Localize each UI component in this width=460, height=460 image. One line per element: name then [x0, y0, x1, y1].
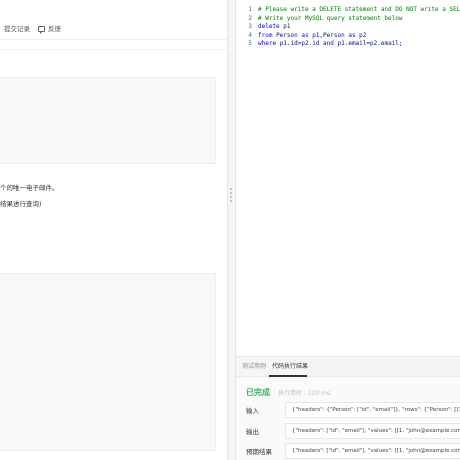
input-value: {"headers": {"Person": ["id", "email"]},… [285, 402, 460, 418]
pane-splitter[interactable] [227, 0, 236, 460]
input-label: 输入 [246, 407, 259, 415]
run-status: 已完成 [246, 388, 270, 397]
code-editor[interactable]: 1 # Please write a DELETE statement and D… [236, 0, 460, 356]
code-token: as [348, 31, 360, 39]
code-text[interactable]: # Write your MySQL query statement below [258, 15, 403, 23]
problem-pane: 提交记录 反馈 个的唯一电子邮件。 结果进行查询) [0, 0, 227, 460]
code-token: p1 [283, 23, 291, 30]
runtime-text: 执行用时 : 120 ms [278, 390, 331, 397]
feedback-label: 反馈 [48, 25, 61, 33]
console-tabs: 测试用例 代码执行结果 [236, 357, 460, 377]
description-line: 结果进行查询) [0, 200, 42, 208]
code-text[interactable]: from Person as p1,Person as p2 [258, 32, 366, 40]
result-console: 测试用例 代码执行结果 已完成 执行用时 : 120 ms 输入 {"heade… [236, 356, 460, 460]
tab-testcase[interactable]: 测试用例 [242, 363, 266, 371]
example-table-block [0, 77, 216, 164]
code-token: Person [276, 31, 302, 39]
expected-value: {"headers": ["id", "email"], "values": [… [285, 443, 460, 459]
code-token: and [323, 40, 338, 47]
code-line[interactable]: 2 # Write your MySQL query statement belo… [236, 15, 460, 23]
tab-feedback[interactable]: 反馈 [38, 25, 61, 34]
code-line[interactable]: 5 where p1.id>p2.id and p1.email=p2.email… [236, 40, 460, 48]
example-output-block [0, 273, 216, 451]
line-number: 2 [248, 14, 252, 22]
code-text[interactable]: where p1.id>p2.id and p1.email=p2.email; [258, 40, 403, 48]
code-token: # Write your MySQL query statement below [258, 14, 403, 22]
code-text[interactable]: # Please write a DELETE statement and DO… [258, 6, 460, 14]
code-token: p1,Person [312, 31, 349, 39]
divider [0, 49, 227, 50]
line-number: 4 [248, 31, 252, 39]
drag-handle-icon[interactable] [230, 188, 233, 208]
code-token: p1.email=p2.email; [337, 40, 403, 47]
line-number: 3 [248, 23, 252, 30]
output-label: 输出 [246, 428, 259, 436]
code-line[interactable]: 4 from Person as p1,Person as p2 [236, 32, 460, 40]
code-token: p2 [359, 31, 367, 39]
code-token: delete [258, 23, 284, 30]
code-token: from [258, 31, 277, 39]
expected-label: 预期结果 [246, 448, 272, 456]
tab-run-result[interactable]: 代码执行结果 [272, 363, 308, 371]
line-number: 5 [248, 40, 252, 47]
feedback-icon [38, 26, 45, 34]
code-line[interactable]: 3 delete p1 [236, 23, 460, 31]
code-text[interactable]: delete p1 [258, 23, 291, 31]
code-token: p1.id>p2.id [279, 40, 324, 47]
output-value: {"headers": ["id", "email"], "values": [… [285, 423, 460, 439]
problem-tabs-bar: 提交记录 反馈 [0, 0, 227, 40]
line-number: 1 [248, 6, 252, 13]
code-token: # Please write a DELETE statement and DO… [258, 6, 460, 13]
description-line: 个的唯一电子邮件。 [0, 184, 59, 192]
code-token: where [258, 40, 280, 47]
code-line[interactable]: 1 # Please write a DELETE statement and D… [236, 6, 460, 14]
tab-submissions[interactable]: 提交记录 [4, 25, 30, 34]
code-token: as [301, 31, 313, 39]
active-tab-indicator [269, 375, 307, 377]
